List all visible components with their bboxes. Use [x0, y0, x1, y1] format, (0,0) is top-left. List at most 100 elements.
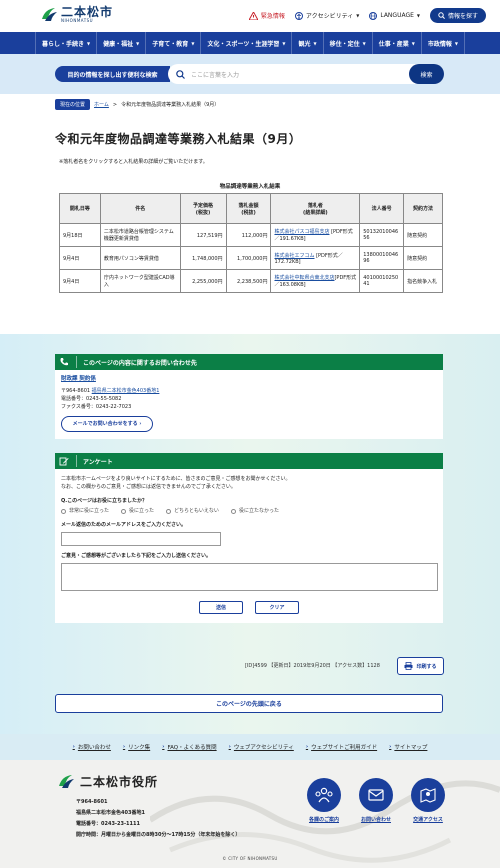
nav-item-tourism[interactable]: 観光 ▼: [291, 32, 322, 54]
breadcrumb: 現在の位置 ホーム > 令和元年度物品調達等業務入札結果（9月）: [55, 99, 219, 110]
city-emblem-icon: [40, 5, 58, 23]
table-row: 9月4日 庁内ネットワーク型建設CAD導入 2,255,000円 2,238,5…: [59, 269, 443, 293]
emergency-link[interactable]: 緊急情報: [248, 11, 285, 20]
survey-intro-2: なお、この欄からのご意見・ご感想には返信できませんのでご了承ください。: [61, 484, 236, 490]
globe-icon: [369, 11, 378, 20]
cell-winner: 株式会社パスコ福島支店 [PDF形式／191.67KB]: [270, 223, 361, 247]
footer-link-faq[interactable]: › FAQ・よくある質問: [162, 743, 216, 751]
table-row: 9月4日 教育用パソコン等賃貸借 1,748,000円 1,700,000円 株…: [59, 246, 443, 270]
survey-box: アンケート 二本松市ホームページをより良いサイトにするために、皆さまのご意見・ご…: [55, 453, 443, 623]
chevron-right-icon: ›: [122, 744, 126, 750]
pencil-icon: [58, 455, 70, 467]
email-field[interactable]: [61, 532, 221, 546]
radio-not-helpful[interactable]: 役に立たなかった: [230, 507, 279, 515]
cell-award: 1,700,000円: [225, 246, 272, 270]
footer-link-guide[interactable]: › ウェブサイトご利用ガイド: [306, 743, 377, 751]
survey-heading: アンケート: [55, 453, 443, 469]
site-logo[interactable]: 二本松市 NIHONMATSU: [40, 5, 113, 23]
cell-method: 指名競争入札: [403, 269, 443, 293]
chevron-right-icon: ›: [162, 744, 165, 750]
accessibility-link[interactable]: アクセシビリティ ▼: [294, 11, 360, 20]
search-button[interactable]: 検索: [409, 64, 444, 84]
cell-subject: 二本松市道路台帳管理システム機器更新賃貸借: [99, 223, 181, 247]
winner-link[interactable]: 株式会社中転県合東北支店: [274, 275, 334, 281]
search-placeholder: ここに言葉を入力: [191, 71, 240, 79]
search-band: 目的の情報を探し出す便利な検索 ここに言葉を入力 検索: [0, 54, 500, 94]
comment-textarea[interactable]: [61, 563, 438, 591]
table-header-row: 開札日等 件名 予定価格 (税抜) 落札金額 (税抜) 落札者 (結果詳細) 法…: [59, 193, 443, 224]
cell-corp-no: 5013201004656: [359, 223, 405, 247]
accessibility-icon: [294, 11, 303, 20]
radio-helpful[interactable]: 役に立った: [121, 507, 154, 515]
col-header-method: 契約方法: [403, 193, 443, 224]
breadcrumb-home[interactable]: ホーム: [94, 101, 109, 108]
cell-estimate: 1,748,000円: [179, 246, 227, 270]
search-input[interactable]: ここに言葉を入力: [168, 64, 444, 84]
back-to-top-button[interactable]: このページの先頭に戻る: [55, 694, 443, 713]
cell-subject: 教育用パソコン等賃貸借: [99, 246, 181, 270]
nav-item-childcare[interactable]: 子育て・教育 ▼: [145, 32, 200, 54]
address-map-link[interactable]: 福島県二本松市金色403番地1: [92, 388, 160, 394]
footer-contact[interactable]: お問い合わせ: [359, 778, 393, 823]
footer-link-links[interactable]: › リンク集: [123, 743, 150, 751]
footer-links: › お問い合わせ › リンク集 › FAQ・よくある質問 › ウェブアクセシビリティ ›…: [0, 734, 500, 760]
radio-neutral[interactable]: どちらともいえない: [166, 507, 219, 515]
breadcrumb-tag: 現在の位置: [55, 99, 91, 110]
warning-icon: [248, 11, 258, 20]
cell-method: 随意契約: [403, 246, 443, 270]
nav-item-culture[interactable]: 文化・スポーツ・生涯学習 ▼: [200, 32, 291, 54]
print-button[interactable]: 印刷する: [397, 657, 444, 675]
submit-button[interactable]: 送信: [199, 601, 243, 614]
footer-dept-guide[interactable]: 各課のご案内: [307, 778, 341, 823]
chevron-right-icon: ›: [72, 744, 75, 750]
footer-link-sitemap[interactable]: › サイトマップ: [389, 743, 427, 751]
cell-corp-no: 4010001025041: [359, 269, 405, 293]
chevron-down-icon: ▼: [362, 40, 366, 46]
email-label: メール返信のためのメールアドレスをご入力ください。: [61, 522, 187, 528]
cell-corp-no: 1380001004696: [359, 246, 405, 270]
survey-question: Q.このページはお役に立ちましたか？: [61, 498, 148, 504]
chevron-right-icon: ›: [305, 744, 309, 750]
logo-name: 二本松市: [61, 4, 114, 19]
contact-tel: 電話番号：0243-55-5082: [61, 396, 122, 402]
cell-winner: 株式会社中転県合東北支店[PDF形式／163.08KB]: [270, 269, 361, 293]
cell-estimate: 127,519円: [179, 223, 227, 247]
nav-item-city-info[interactable]: 市政情報 ▼: [420, 32, 465, 54]
footer-office-name: 二本松市役所: [80, 774, 159, 789]
page-note: ※落札者名をクリックすると入札結果の詳細がご覧いただけます。: [59, 159, 208, 165]
footer-address: 〒964-8601 福島県二本松市金色403番地1 電話番号：0243-23-1…: [76, 799, 241, 838]
nav-item-living[interactable]: 暮らし・手続き ▼: [35, 32, 96, 54]
cell-subject: 庁内ネットワーク型建設CAD導入: [99, 269, 181, 293]
chevron-down-icon: ▼: [356, 13, 360, 18]
chevron-down-icon: ▼: [282, 40, 286, 46]
table-row: 9月18日 二本松市道路台帳管理システム機器更新賃貸借 127,519円 112…: [59, 223, 443, 247]
nav-item-relocation[interactable]: 移住・定住 ▼: [322, 32, 372, 54]
contact-box: このページの内容に関するお問い合わせ先 財政課 契約係 〒964-8601 福島…: [55, 354, 443, 439]
site-header: 二本松市 NIHONMATSU 緊急情報 アクセシビリティ ▼ LANGUAGE…: [0, 0, 500, 32]
radio-very-helpful[interactable]: 非常に役に立った: [61, 507, 109, 515]
contact-dept-link[interactable]: 財政課 契約係: [61, 375, 437, 383]
contact-fax: ファクス番号：0243-22-7023: [61, 404, 132, 410]
mail-inquiry-button[interactable]: メールでお問い合わせをする ›: [61, 416, 153, 432]
chevron-down-icon: ▼: [416, 13, 420, 18]
col-header-date: 開札日等: [59, 193, 101, 224]
mail-icon: [359, 778, 393, 812]
city-emblem-icon: [59, 775, 74, 788]
chevron-right-icon: ›: [137, 421, 142, 427]
language-link[interactable]: LANGUAGE ▼: [369, 11, 420, 20]
footer-logo: 二本松市役所: [57, 772, 158, 790]
survey-intro-1: 二本松市ホームページをより良いサイトにするために、皆さまのご意見・ご感想をお聞か…: [61, 476, 291, 482]
winner-link[interactable]: 株式会社パスコ福島支店: [274, 229, 329, 235]
site-footer: 二本松市役所 〒964-8601 福島県二本松市金色403番地1 電話番号：02…: [0, 760, 500, 868]
nav-item-work[interactable]: 仕事・産業 ▼: [371, 32, 421, 54]
nav-item-health[interactable]: 健康・福祉 ▼: [96, 32, 145, 54]
chevron-down-icon: ▼: [136, 40, 140, 46]
cell-award: 112,000円: [225, 223, 272, 247]
chevron-down-icon: ▼: [191, 40, 195, 46]
footer-access[interactable]: 交通アクセス: [411, 778, 445, 823]
find-info-button[interactable]: 情報を探す: [429, 8, 486, 23]
breadcrumb-separator: >: [112, 101, 118, 108]
footer-link-contact[interactable]: › お問い合わせ: [73, 743, 111, 751]
footer-link-accessibility[interactable]: › ウェブアクセシビリティ: [229, 743, 294, 751]
clear-button[interactable]: クリア: [255, 601, 299, 614]
